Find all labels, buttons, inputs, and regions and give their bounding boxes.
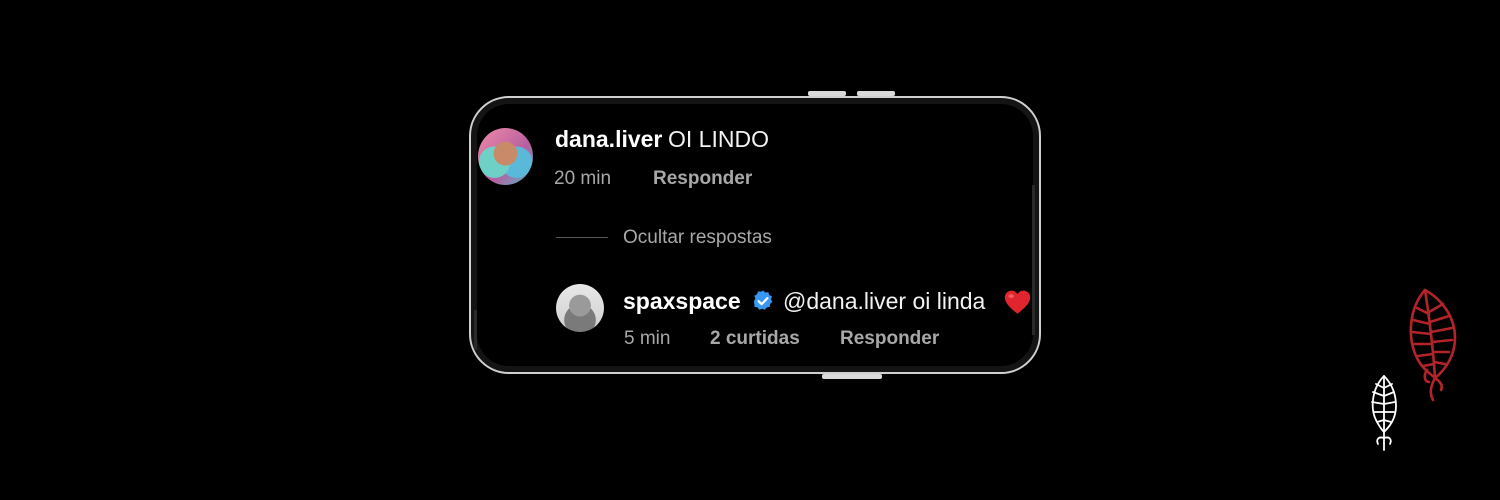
comment-text: OI LINDO <box>668 126 769 152</box>
replies-divider <box>556 237 608 238</box>
hide-replies-button[interactable]: Ocultar respostas <box>623 227 772 249</box>
reply-username[interactable]: spaxspace <box>623 288 741 315</box>
comment-timestamp: 20 min <box>554 168 612 189</box>
reply-avatar[interactable] <box>556 284 604 332</box>
banner: dana.liver OI LINDO 20 min Responder Ocu… <box>0 0 1500 500</box>
red-leaf-icon <box>1409 288 1457 402</box>
likes-count-button[interactable]: 2 curtidas <box>710 328 800 350</box>
comment-username[interactable]: dana.liver <box>555 126 662 153</box>
reply-timestamp: 5 min <box>624 328 671 349</box>
avatar[interactable] <box>478 128 533 185</box>
phone-edge-highlight <box>474 310 477 350</box>
verified-badge-icon <box>753 290 773 310</box>
reply-button[interactable]: Responder <box>653 168 752 190</box>
reply-reply-button[interactable]: Responder <box>840 328 939 350</box>
scrollbar <box>1032 185 1035 335</box>
reply-text: @dana.liver oi linda <box>783 288 986 314</box>
white-leaf-icon <box>1371 375 1397 451</box>
phone-button-bottom <box>822 374 882 379</box>
heart-icon <box>1004 290 1031 314</box>
